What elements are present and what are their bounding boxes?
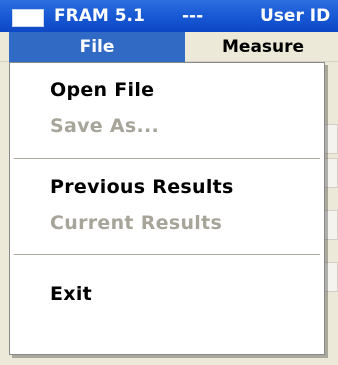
app-window: FRAM 5.1 --- User ID File Measure Open F… (0, 0, 338, 365)
title-bar[interactable]: FRAM 5.1 --- User ID (0, 0, 338, 32)
menu-item-current-results: Current Results (50, 212, 223, 234)
menu-separator (14, 158, 320, 159)
menu-item-exit[interactable]: Exit (10, 277, 324, 311)
menu-item-previous-results[interactable]: Previous Results (10, 170, 324, 204)
window-icon (12, 9, 44, 27)
app-name: FRAM 5.1 (54, 6, 145, 26)
menu-item-open-file[interactable]: Open File (10, 73, 324, 107)
title-user: User ID (260, 6, 331, 26)
menu-file[interactable]: File (9, 32, 185, 62)
menu-item-save-as: Save As... (50, 115, 160, 137)
title-separator: --- (182, 6, 204, 26)
menu-measure[interactable]: Measure (222, 32, 304, 62)
menu-separator (14, 254, 320, 255)
menu-bar: File Measure (0, 32, 338, 62)
file-menu-dropdown: Open File Save As... Previous Results Cu… (9, 62, 325, 355)
